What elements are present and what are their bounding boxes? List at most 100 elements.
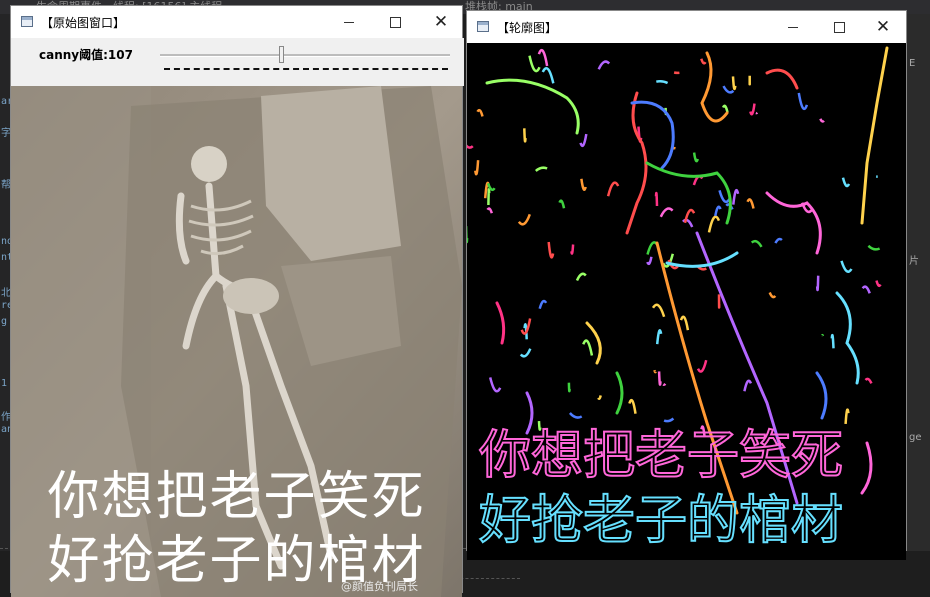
contour-fragment xyxy=(478,110,483,116)
contour-window-titlebar[interactable]: 【轮廓图】 ✕ xyxy=(467,11,906,43)
original-image: 你想把老子笑死 好抢老子的棺材 @颜值负刊局长 xyxy=(11,86,462,597)
contour-fragment xyxy=(863,287,870,294)
contour-fragment xyxy=(543,68,554,83)
canny-trackbar-label: canny阈值:107 xyxy=(39,46,133,63)
contour-fragment xyxy=(659,371,660,384)
contour-fragment xyxy=(866,379,872,384)
right-gutter-char: ge xyxy=(909,432,922,443)
minimize-button[interactable] xyxy=(770,11,816,43)
contour-fragment xyxy=(571,245,573,254)
contour-fragment xyxy=(698,360,706,371)
close-icon: ✕ xyxy=(876,19,890,36)
original-image-window[interactable]: 【原始图窗口】 ✕ canny阈值:107 xyxy=(10,5,463,593)
contour-fragment xyxy=(820,119,824,122)
contour-fragment xyxy=(570,413,582,418)
contour-fragment xyxy=(701,59,705,64)
contour-fragment xyxy=(653,305,664,317)
minimize-button[interactable] xyxy=(326,6,372,38)
maximize-button[interactable] xyxy=(372,6,418,38)
maximize-button[interactable] xyxy=(816,11,862,43)
contour-fragment xyxy=(868,246,879,250)
contour-fragment xyxy=(724,86,734,92)
close-button[interactable]: ✕ xyxy=(418,6,464,38)
close-button[interactable]: ✕ xyxy=(860,11,906,43)
contour-fragment xyxy=(846,410,849,424)
contour-drawing: 你想把老子笑死 好抢老子的棺材 xyxy=(467,43,906,560)
contour-fragment xyxy=(581,179,585,190)
right-gutter-char: E xyxy=(909,58,915,69)
contour-fragment xyxy=(629,400,635,414)
contour-fragment xyxy=(843,178,849,186)
contour-fragment xyxy=(569,383,570,391)
contour-fragment xyxy=(752,241,762,247)
contour-fragment xyxy=(519,214,530,224)
contour-caption-line-1: 你想把老子笑死 xyxy=(479,426,843,486)
contour-fragment xyxy=(657,330,661,344)
contour-window[interactable]: 【轮廓图】 ✕ xyxy=(466,10,907,551)
contour-fragment xyxy=(467,142,473,148)
contour-fragment xyxy=(598,395,600,398)
contour-fragment xyxy=(748,199,754,208)
contour-fragment xyxy=(490,377,500,391)
canny-trackbar-panel: canny阈值:107 xyxy=(11,38,464,86)
contour-fragment xyxy=(608,183,618,197)
contour-fragment xyxy=(822,335,823,336)
minimize-icon xyxy=(788,27,798,28)
contour-fragment xyxy=(539,50,547,66)
contour-fragment xyxy=(488,209,492,214)
contour-fragment xyxy=(799,93,807,109)
contour-fragment xyxy=(842,261,852,272)
contour-fragment xyxy=(832,335,834,348)
contour-fragment xyxy=(581,134,587,146)
canny-trackbar-thumb[interactable] xyxy=(279,46,284,63)
contour-fragment xyxy=(599,62,610,70)
contour-fragment xyxy=(770,293,776,298)
contour-fragment xyxy=(694,153,698,162)
app-window-icon xyxy=(21,16,33,27)
contour-fragment xyxy=(709,217,719,233)
canny-trackbar-value: 107 xyxy=(108,48,133,62)
canny-trackbar-ticks xyxy=(164,68,448,73)
contour-fragment xyxy=(877,281,881,286)
canny-trackbar-track[interactable] xyxy=(160,54,450,57)
app-window-icon xyxy=(477,21,489,32)
contour-fragment xyxy=(488,189,489,205)
contour-fragment xyxy=(775,239,782,243)
contour-fragment xyxy=(733,76,735,89)
contour-fragment xyxy=(817,276,818,290)
original-window-title: 【原始图窗口】 xyxy=(41,14,125,31)
contour-fragment xyxy=(536,168,547,171)
contour-fragment xyxy=(661,209,673,217)
contour-fragment xyxy=(656,193,657,206)
contour-fragment xyxy=(681,317,688,330)
gutter-char: g xyxy=(1,316,7,327)
contour-fragment xyxy=(560,201,565,209)
contour-fragment xyxy=(744,381,751,392)
maximize-icon xyxy=(390,17,401,28)
contour-fragment xyxy=(540,301,546,309)
contour-fragment xyxy=(577,274,586,281)
contour-fragment xyxy=(655,370,656,372)
contour-fragment xyxy=(530,56,540,71)
contour-fragment xyxy=(549,242,553,257)
contour-image: 你想把老子笑死 好抢老子的棺材 xyxy=(467,43,906,560)
close-icon: ✕ xyxy=(434,14,448,31)
contour-fragment xyxy=(723,106,727,113)
contour-fragment xyxy=(750,104,754,115)
maximize-icon xyxy=(834,22,845,33)
contour-fragment xyxy=(524,128,525,141)
contour-fragment xyxy=(583,341,592,356)
ide-right-panel: E 片 ge xyxy=(906,14,930,593)
contour-fragment xyxy=(715,207,720,216)
image-watermark: @颜值负刊局长 xyxy=(341,578,418,594)
minimize-icon xyxy=(344,22,354,23)
contour-fragment xyxy=(647,257,651,264)
contour-fragment xyxy=(664,419,673,422)
original-window-titlebar[interactable]: 【原始图窗口】 ✕ xyxy=(11,6,462,38)
right-gutter-char: 片 xyxy=(909,252,919,267)
contour-fragment xyxy=(663,384,665,385)
gutter-char: 1 xyxy=(1,378,7,389)
contour-fragment xyxy=(521,349,531,357)
contour-caption-line-2: 好抢老子的棺材 xyxy=(479,491,843,551)
contour-fragment xyxy=(656,81,667,83)
